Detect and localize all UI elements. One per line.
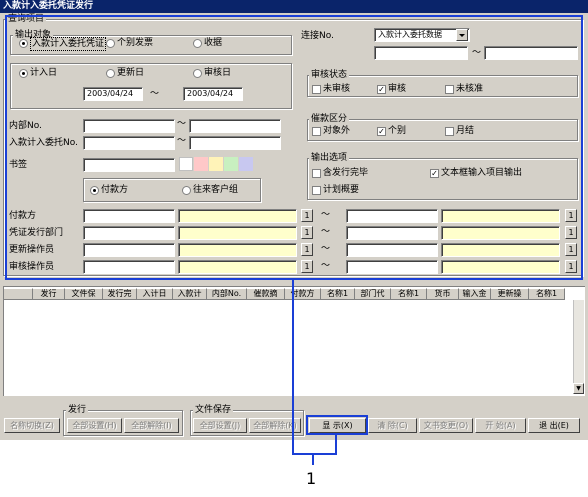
file-save-group-title: 文件保存	[193, 405, 234, 415]
exit-button[interactable]: 退 出(E)	[528, 418, 580, 433]
callout-number: 1	[306, 469, 317, 488]
callout-line-horizontal	[292, 453, 336, 455]
grid-column-header[interactable]: 名称1	[529, 288, 565, 300]
grid-column-header[interactable]: 名称1	[321, 288, 355, 300]
grid-column-header[interactable]: 催款摘	[247, 288, 285, 300]
clear-all-issue-button[interactable]: 全部解除(I)	[124, 418, 179, 433]
select-all-file-button[interactable]: 全部设置(J)	[193, 418, 247, 433]
grid-column-header[interactable]: 货币	[427, 288, 459, 300]
scroll-down-icon[interactable]: ▼	[573, 383, 584, 394]
grid-column-header[interactable]: 发行	[33, 288, 65, 300]
callout-line-vertical	[292, 280, 294, 454]
grid-column-header[interactable]: 部门代	[355, 288, 391, 300]
grid-column-header[interactable]: 入计日	[137, 288, 173, 300]
select-all-issue-button[interactable]: 全部设置(H)	[67, 418, 122, 433]
grid-bottom-edge	[3, 396, 585, 399]
grid-column-header[interactable]: 发行完	[103, 288, 137, 300]
start-button[interactable]: 开 始(A)	[475, 418, 526, 433]
grid-column-header[interactable]: 名称1	[391, 288, 427, 300]
document-change-button[interactable]: 文书变更(O)	[419, 418, 473, 433]
grid-column-header[interactable]: 更新操	[491, 288, 529, 300]
window-title: 入款计入委托凭证发行	[0, 0, 588, 13]
issue-group-title: 发行	[66, 405, 89, 415]
clear-button[interactable]: 清 除(C)	[368, 418, 417, 433]
grid-column-header[interactable]: 付款方	[285, 288, 321, 300]
query-area-highlight	[5, 15, 583, 280]
grid-column-header[interactable]: 入款计	[173, 288, 207, 300]
display-button-highlight	[306, 415, 368, 435]
result-grid[interactable]	[3, 286, 585, 396]
grid-column-header[interactable]: 文件保	[65, 288, 103, 300]
vertical-scrollbar[interactable]	[573, 300, 584, 394]
grid-column-header[interactable]: 内部No.	[207, 288, 247, 300]
callout-line-connector	[335, 433, 337, 455]
name-switch-button[interactable]: 名称切换(Z)	[4, 418, 60, 433]
grid-column-header[interactable]: 输入金	[459, 288, 491, 300]
callout-line-leader	[312, 455, 314, 465]
grid-corner-header	[4, 288, 33, 300]
